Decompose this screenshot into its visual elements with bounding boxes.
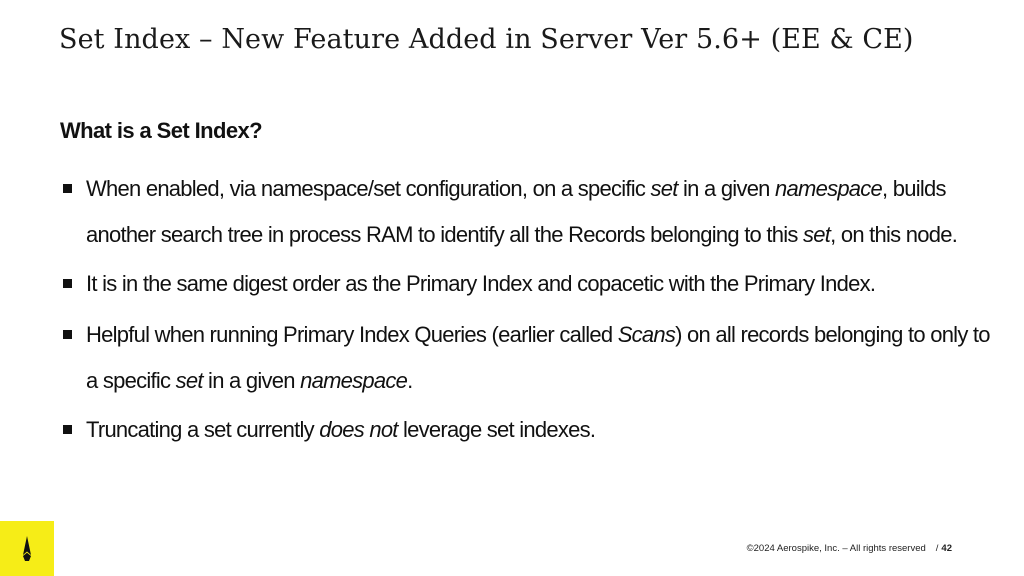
bullet-item: Truncating a set currently does not leve… xyxy=(60,407,990,453)
bullet-item: Helpful when running Primary Index Queri… xyxy=(60,312,991,404)
bullet-list: When enabled, via namespace/set configur… xyxy=(60,166,991,456)
bullet-text: in a given xyxy=(202,368,301,393)
bullet-text: It is in the same digest order as the Pr… xyxy=(86,271,876,296)
bullet-emphasis: Scans xyxy=(617,322,676,347)
bullet-text: leverage set indexes. xyxy=(397,417,596,442)
square-bullet-icon xyxy=(63,425,72,434)
square-bullet-icon xyxy=(63,184,72,193)
bullet-emphasis: namespace xyxy=(775,176,883,201)
bullet-emphasis: does not xyxy=(319,417,398,442)
footer: ©2024 Aerospike, Inc. – All rights reser… xyxy=(747,543,952,554)
bullet-text: When enabled, via namespace/set configur… xyxy=(86,176,651,201)
bullet-item: It is in the same digest order as the Pr… xyxy=(60,261,990,307)
bullet-emphasis: set xyxy=(650,176,679,201)
bullet-text: in a given xyxy=(677,176,776,201)
bullet-item: When enabled, via namespace/set configur… xyxy=(60,166,990,258)
bullet-emphasis: set xyxy=(803,222,831,247)
page-separator: / xyxy=(935,543,939,554)
bullet-text: Truncating a set currently xyxy=(86,417,320,442)
aerospike-logo xyxy=(0,521,54,576)
square-bullet-icon xyxy=(63,330,72,339)
square-bullet-icon xyxy=(63,279,72,288)
bullet-emphasis: namespace xyxy=(300,368,408,393)
aerospike-rocket-icon xyxy=(23,535,31,561)
copyright-text: ©2024 Aerospike, Inc. – All rights reser… xyxy=(746,543,926,554)
page-number: 42 xyxy=(941,543,952,554)
bullet-emphasis: set xyxy=(175,368,204,393)
bullet-text: Helpful when running Primary Index Queri… xyxy=(86,322,618,347)
bullet-text: , on this node. xyxy=(830,222,958,247)
section-heading: What is a Set Index? xyxy=(60,118,263,143)
slide-title: Set Index – New Feature Added in Server … xyxy=(59,24,914,55)
bullet-text: . xyxy=(407,368,413,393)
